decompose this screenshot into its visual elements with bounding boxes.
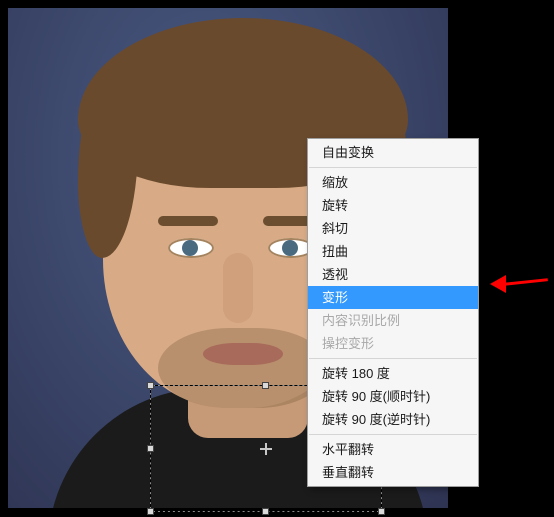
annotation-arrow xyxy=(490,275,548,295)
menu-item[interactable]: 垂直翻转 xyxy=(308,461,478,484)
transform-handle-middle-left[interactable] xyxy=(147,445,154,452)
menu-item[interactable]: 旋转 90 度(顺时针) xyxy=(308,385,478,408)
image-eye-left xyxy=(168,238,214,258)
menu-item[interactable]: 变形 xyxy=(308,286,478,309)
menu-item[interactable]: 缩放 xyxy=(308,171,478,194)
transform-center-point[interactable] xyxy=(260,443,272,455)
menu-item: 操控变形 xyxy=(308,332,478,355)
transform-handle-bottom-middle[interactable] xyxy=(262,508,269,515)
menu-separator xyxy=(309,167,477,168)
menu-separator xyxy=(309,434,477,435)
image-nose xyxy=(223,253,253,323)
menu-separator xyxy=(309,358,477,359)
menu-item[interactable]: 旋转 180 度 xyxy=(308,362,478,385)
image-brow-left xyxy=(158,216,218,226)
arrow-shaft xyxy=(502,278,548,286)
menu-item: 内容识别比例 xyxy=(308,309,478,332)
menu-item[interactable]: 旋转 xyxy=(308,194,478,217)
image-mouth xyxy=(203,343,283,365)
transform-handle-bottom-left[interactable] xyxy=(147,508,154,515)
menu-item[interactable]: 透视 xyxy=(308,263,478,286)
transform-handle-top-left[interactable] xyxy=(147,382,154,389)
menu-item[interactable]: 斜切 xyxy=(308,217,478,240)
transform-context-menu[interactable]: 自由变换缩放旋转斜切扭曲透视变形内容识别比例操控变形旋转 180 度旋转 90 … xyxy=(307,138,479,487)
transform-handle-top-middle[interactable] xyxy=(262,382,269,389)
canvas-stage: 自由变换缩放旋转斜切扭曲透视变形内容识别比例操控变形旋转 180 度旋转 90 … xyxy=(0,0,554,517)
menu-item[interactable]: 旋转 90 度(逆时针) xyxy=(308,408,478,431)
menu-item[interactable]: 扭曲 xyxy=(308,240,478,263)
menu-item[interactable]: 自由变换 xyxy=(308,141,478,164)
menu-item[interactable]: 水平翻转 xyxy=(308,438,478,461)
transform-handle-bottom-right[interactable] xyxy=(378,508,385,515)
